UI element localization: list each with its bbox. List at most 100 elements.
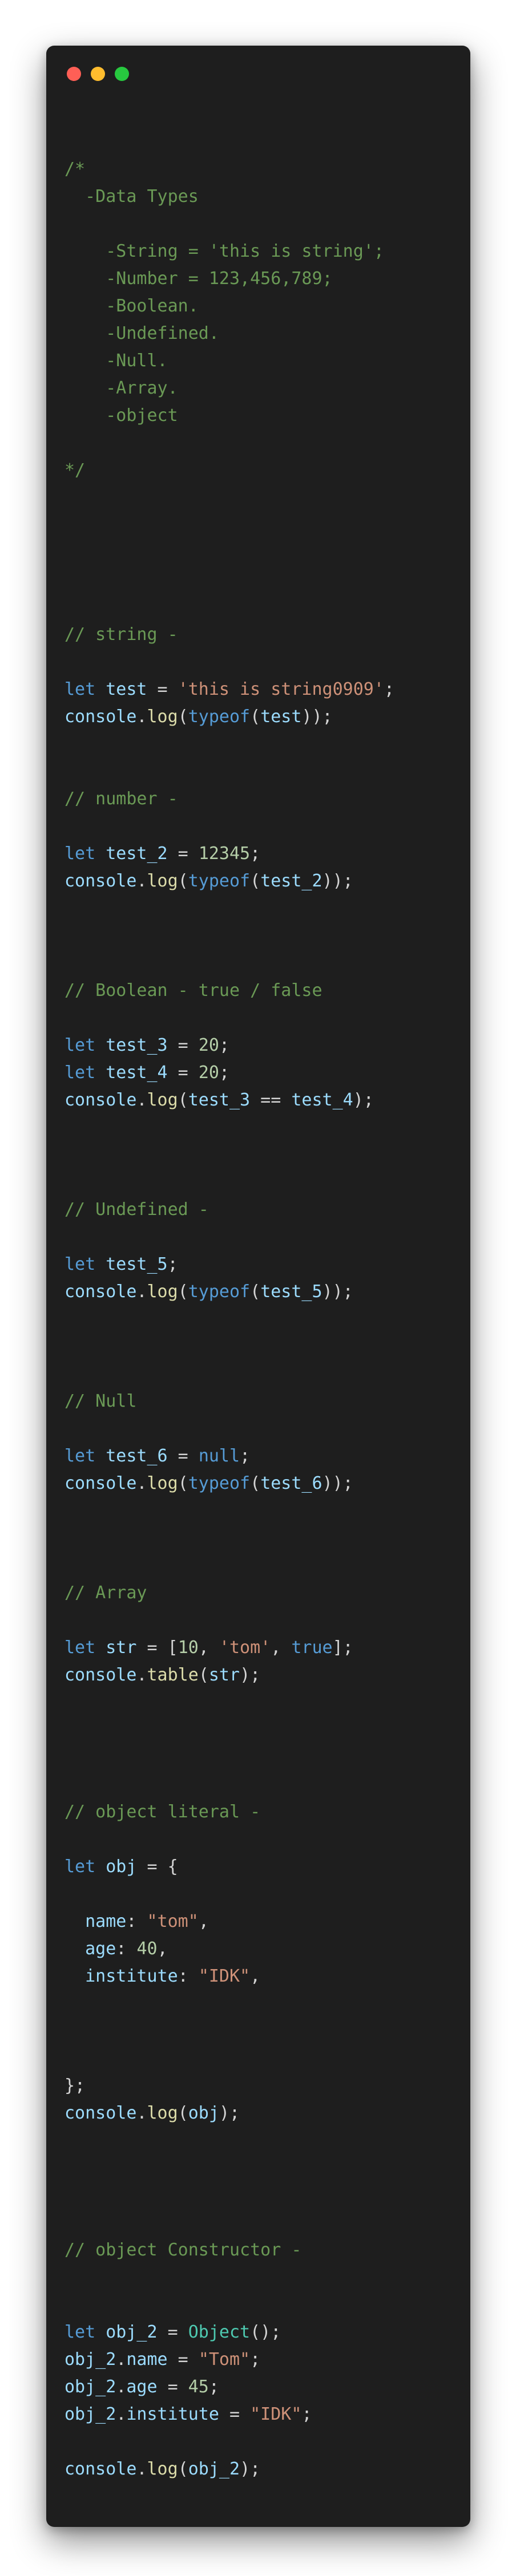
code-token-keyword: let [64,1638,96,1658]
code-line: // Undefined - [64,1196,394,1224]
code-token-keyword: let [64,844,96,864]
code-token-plain: , [157,1939,168,1959]
code-token-fn: log [147,2103,178,2123]
code-line: ​ [64,2264,394,2291]
code-token-var: str [106,1638,137,1658]
code-token-plain: : [126,1911,147,1931]
code-token-plain: ( [250,871,261,891]
code-token-var: console [64,2459,137,2479]
code-line: -Undefined. [64,320,394,347]
code-token-plain: ; [250,2350,261,2370]
code-line: console.table(str); [64,1662,394,1689]
code-editor: /* -Data Types ​ -String = 'this is strin… [64,156,394,2483]
code-line: -Boolean. [64,293,394,320]
code-token-var: obj_2 [188,2459,240,2479]
code-token-fn: log [147,2459,178,2479]
code-token-comment: -Null. [64,351,168,371]
code-line: // Boolean - true / false [64,977,394,1005]
code-line: /* [64,156,394,183]
code-line: console.log(typeof(test)); [64,703,394,731]
code-token-var: console [64,871,137,891]
close-window-button[interactable] [67,67,81,81]
code-line: ​ [64,2045,394,2072]
code-token-var: test_6 [106,1446,168,1466]
code-token-plain: = { [136,1857,178,1877]
code-token-comment: -Array. [64,378,178,398]
code-token-var: console [64,1665,137,1685]
code-token-keyword: let [64,1035,96,1055]
code-line: console.log(test_3 == test_4); [64,1087,394,1114]
code-line: let str = [10, 'tom', true]; [64,1634,394,1662]
code-line: ​ [64,758,394,785]
code-line: -object [64,402,394,430]
code-token-plain: . [136,1473,147,1493]
code-token-plain: )); [322,871,353,891]
code-token-number: 10 [178,1638,199,1658]
code-line: */ [64,457,394,484]
code-token-var: age [85,1939,116,1959]
code-token-var: console [64,707,137,727]
code-token-plain: ; [219,1035,229,1055]
code-line: ​ [64,210,394,238]
maximize-window-button[interactable] [115,67,129,81]
code-line: console.log(typeof(test_2)); [64,868,394,895]
code-token-plain: ( [178,2459,188,2479]
code-line: ​ [64,1306,394,1333]
code-token-var: institute [85,1966,178,1986]
code-token-plain: (); [250,2322,281,2342]
code-token-class: Object [188,2322,251,2342]
code-token-fn: log [147,707,178,727]
code-line: ​ [64,1607,394,1634]
code-line: ​ [64,1525,394,1552]
code-token-comment: -Boolean. [64,296,199,316]
code-token-comment: // Undefined - [64,1200,209,1220]
code-token-comment: -Number = 123,456,789; [64,269,333,289]
code-token-plain: . [136,707,147,727]
code-line: obj_2.name = "Tom"; [64,2346,394,2374]
code-token-keyword: let [64,1063,96,1083]
code-token-comment: /* [64,159,86,179]
code-token-plain: ); [240,1665,261,1685]
code-token-string: "IDK" [250,2404,302,2424]
minimize-window-button[interactable] [91,67,105,81]
code-token-plain: : [116,1939,137,1959]
code-line: // object Constructor - [64,2237,394,2264]
code-token-comment: // object Constructor - [64,2240,302,2260]
code-token-number: 20 [198,1035,219,1055]
code-line: ​ [64,1497,394,1525]
code-token-keyword: let [64,1446,96,1466]
code-window: /* -Data Types ​ -String = 'this is strin… [46,46,470,2527]
code-token-fn: log [147,1473,178,1493]
code-token-keyword: typeof [188,1473,251,1493]
code-token-plain: = [157,2377,188,2397]
code-token-plain: = [167,1063,199,1083]
code-token-plain: . [136,2103,147,2123]
code-line: // Array [64,1579,394,1607]
code-line: -Data Types [64,183,394,210]
code-line: -Number = 123,456,789; [64,265,394,293]
code-line: ​ [64,1771,394,1799]
code-token-plain: ); [240,2459,261,2479]
code-token-plain: = [167,1446,199,1466]
code-token-comment: */ [64,460,86,480]
code-line: // number - [64,785,394,813]
code-token-var: test_2 [106,844,168,864]
code-token-plain: == [250,1090,292,1110]
code-line: age: 40, [64,1935,394,1963]
code-line: ​ [64,1744,394,1771]
code-token-plain: ; [208,2377,219,2397]
code-token-plain: . [136,871,147,891]
code-token-var: test_5 [260,1282,322,1302]
code-token-fn: log [147,1282,178,1302]
code-line: ​ [64,2018,394,2045]
code-token-plain: ( [250,707,261,727]
code-token-plain: ; [301,2404,312,2424]
code-token-var: institute [126,2404,219,2424]
code-token-plain: . [136,1282,147,1302]
code-line: ​ [64,1826,394,1853]
